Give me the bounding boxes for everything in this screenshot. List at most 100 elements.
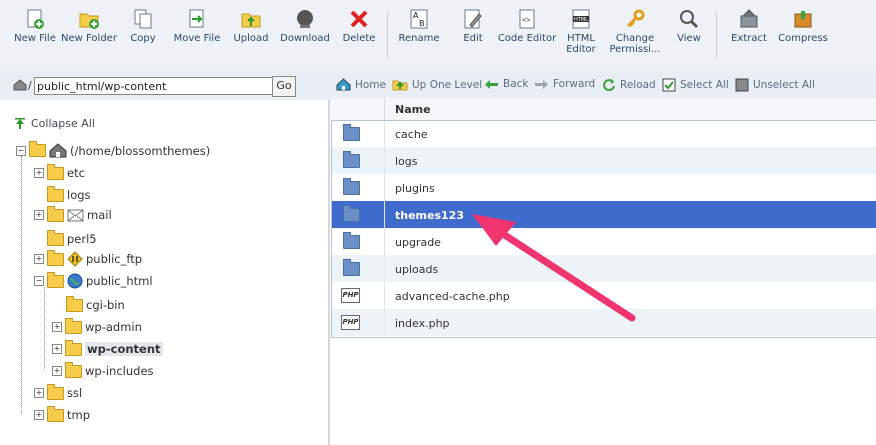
upload-icon (241, 13, 261, 28)
nav-reload[interactable]: Reload (602, 78, 656, 91)
nav-back-label: Back (503, 78, 529, 90)
move-file-icon (189, 9, 204, 28)
nav-select-all[interactable]: Select All (662, 78, 729, 92)
new-folder-icon (79, 13, 99, 29)
cell-divider (384, 255, 385, 282)
change-permissions-button[interactable]: Change Permissi... (605, 8, 665, 55)
expand-toggle[interactable]: + (34, 210, 44, 220)
delete-button[interactable]: Delete (329, 8, 389, 44)
download-button[interactable]: Download (275, 8, 335, 44)
html-editor-icon: HTML (572, 9, 590, 29)
delete-icon (350, 10, 368, 28)
nav-unselect-all-label: Unselect All (753, 79, 815, 91)
tree-item-etc[interactable]: + etc (34, 163, 85, 180)
collapse-toggle[interactable]: − (34, 276, 44, 286)
new-folder-button[interactable]: New Folder (59, 8, 119, 44)
house-icon (336, 78, 351, 91)
move-file-button[interactable]: Move File (167, 8, 227, 44)
rename-button[interactable]: AB Rename (389, 8, 449, 44)
tree-item-label: perl5 (67, 232, 97, 246)
go-button[interactable]: Go (272, 76, 296, 97)
folder-open-icon (47, 271, 64, 288)
tree-item-mail[interactable]: + mail (34, 205, 112, 222)
folder-icon (47, 229, 64, 246)
view-button[interactable]: View (659, 8, 719, 44)
key-icon (626, 9, 645, 28)
expand-toggle[interactable]: + (34, 254, 44, 264)
table-row[interactable]: plugins (331, 174, 876, 201)
tree-root[interactable]: − (/home/blossomthemes) (16, 141, 211, 158)
tree-root-label: (/home/blossomthemes) (70, 143, 211, 158)
tree-item-perl5[interactable]: perl5 (47, 229, 97, 246)
edit-icon (464, 9, 482, 29)
nav-forward-label: Forward (553, 78, 596, 90)
tree-item-cgi-bin[interactable]: cgi-bin (66, 295, 125, 312)
html-editor-label: HTML Editor (566, 33, 596, 55)
table-row[interactable]: cache (331, 120, 876, 147)
collapse-all-link[interactable]: Collapse All (14, 117, 95, 130)
envelope-icon (67, 209, 84, 221)
download-icon (297, 10, 313, 28)
nav-forward[interactable]: Forward (534, 78, 595, 90)
tree-item-ssl[interactable]: + ssl (34, 383, 82, 400)
new-file-label: New File (14, 33, 56, 44)
home-icon (49, 143, 67, 158)
back-arrow-icon (485, 79, 498, 89)
tree-item-wp-includes[interactable]: + wp-includes (52, 361, 154, 378)
toolbar: New File New Folder Copy Move File Uploa… (0, 0, 876, 71)
html-editor-button[interactable]: HTML HTML Editor (551, 8, 611, 55)
expand-toggle[interactable]: + (52, 344, 62, 354)
folder-icon (65, 361, 82, 378)
tree-item-label: public_ftp (86, 252, 143, 266)
change-permissions-label: Change Permissi... (609, 33, 661, 55)
collapse-toggle[interactable]: − (16, 145, 26, 156)
folder-icon (343, 178, 360, 195)
reload-icon (603, 79, 615, 91)
tree-item-wp-content[interactable]: + wp-content (52, 339, 163, 356)
view-label: View (677, 33, 701, 44)
nav-unselect-all[interactable]: Unselect All (735, 78, 815, 92)
tree-item-public-html[interactable]: − public_html (34, 271, 153, 289)
tree-item-public-ftp[interactable]: + public_ftp (34, 249, 143, 267)
panel-divider[interactable] (328, 100, 330, 445)
forward-arrow-icon (535, 79, 548, 89)
copy-label: Copy (130, 33, 156, 44)
ftp-arrows-icon (67, 251, 83, 267)
path-input[interactable] (34, 77, 273, 95)
new-folder-label: New Folder (61, 33, 117, 44)
tree-item-wp-admin[interactable]: + wp-admin (52, 317, 142, 334)
expand-toggle[interactable]: + (34, 388, 44, 398)
tree-item-label: public_html (86, 274, 153, 288)
nav-select-all-label: Select All (680, 79, 729, 91)
code-editor-button[interactable]: <> Code Editor (497, 8, 557, 44)
copy-button[interactable]: Copy (113, 8, 173, 44)
toolbar-separator-2 (716, 12, 717, 58)
tree-item-logs[interactable]: logs (47, 185, 91, 202)
tree-guide (44, 287, 45, 370)
magnifier-icon (680, 10, 699, 29)
column-header-name[interactable]: Name (395, 103, 431, 116)
compress-button[interactable]: Compress (773, 8, 833, 44)
extract-button[interactable]: Extract (719, 8, 779, 44)
edit-button[interactable]: Edit (443, 8, 503, 44)
nav-home[interactable]: Home (336, 78, 386, 91)
folder-icon (47, 205, 64, 222)
table-header: Name (331, 98, 876, 121)
file-name: index.php (395, 317, 450, 330)
upload-button[interactable]: Upload (221, 8, 281, 44)
expand-toggle[interactable]: + (52, 322, 62, 332)
expand-toggle[interactable]: + (34, 168, 44, 178)
tree-item-label: etc (67, 166, 85, 180)
tree-item-label: mail (87, 208, 112, 222)
new-file-button[interactable]: New File (5, 8, 65, 44)
nav-back[interactable]: Back (484, 78, 529, 90)
annotation-arrow (472, 214, 636, 322)
nav-up-one-level[interactable]: Up One Level (392, 78, 482, 91)
home-icon (13, 79, 27, 91)
php-file-icon: PHP (341, 315, 360, 330)
tree-item-tmp[interactable]: + tmp (34, 405, 90, 422)
expand-toggle[interactable]: + (52, 366, 62, 376)
code-editor-label: Code Editor (497, 33, 557, 44)
expand-toggle[interactable]: + (34, 410, 44, 420)
table-row[interactable]: logs (331, 147, 876, 174)
